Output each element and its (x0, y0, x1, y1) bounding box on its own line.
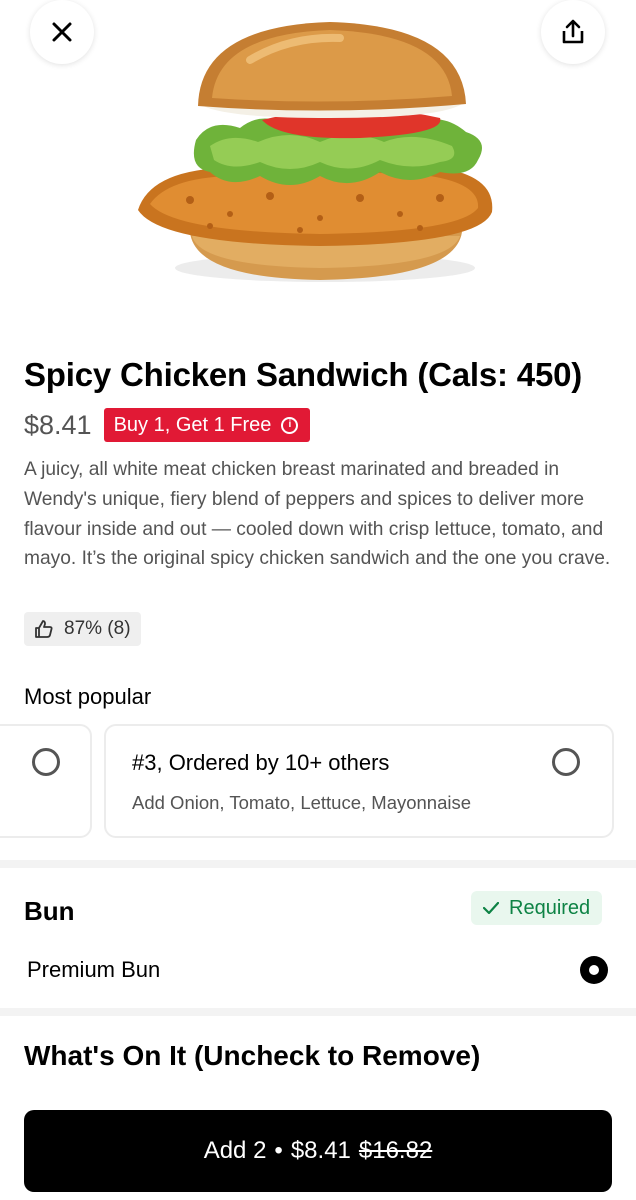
separator-dot: • (274, 1137, 283, 1164)
section-divider (0, 1008, 636, 1016)
item-description: A juicy, all white meat chicken breast m… (24, 459, 611, 570)
popular-card-title: #3, Ordered by 10+ others (132, 750, 390, 775)
required-label: Required (509, 896, 591, 919)
radio-button[interactable] (32, 748, 60, 776)
bun-section-title: Bun (24, 896, 75, 926)
share-button[interactable] (541, 0, 605, 64)
item-price: $8.41 (24, 409, 92, 440)
item-title: Spicy Chicken Sandwich (Cals: 450) (24, 356, 583, 393)
add-button-price: $8.41 (290, 1137, 351, 1164)
rating-badge: 87% (8) (24, 612, 141, 646)
info-icon[interactable]: i (281, 416, 299, 434)
popular-card[interactable]: #3, Ordered by 10+ others Add Onion, Tom… (104, 724, 614, 838)
check-icon (483, 902, 499, 914)
promo-badge[interactable]: Buy 1, Get 1 Free i (103, 408, 311, 442)
radio-button[interactable] (552, 748, 580, 776)
required-badge: Required (471, 891, 603, 925)
bun-option-radio[interactable] (580, 956, 608, 984)
close-button[interactable] (30, 0, 94, 64)
whats-on-it-title: What's On It (Uncheck to Remove) (24, 1040, 481, 1071)
price-row: $8.41 Buy 1, Get 1 Free i (24, 406, 311, 444)
add-to-order-button[interactable]: Add 2 • $8.41 $16.82 (24, 1110, 612, 1192)
product-image (0, 0, 636, 330)
close-icon (52, 22, 72, 42)
section-divider (0, 860, 636, 868)
add-button-original-price: $16.82 (358, 1137, 433, 1164)
add-button-label: Add 2 (203, 1137, 267, 1164)
thumbs-up-icon (35, 620, 53, 638)
rating-text: 87% (8) (64, 618, 131, 639)
popular-card-previous[interactable] (0, 724, 92, 838)
most-popular-label: Most popular (24, 684, 152, 709)
share-icon (562, 19, 584, 44)
promo-label: Buy 1, Get 1 Free (113, 413, 272, 436)
bun-option-label[interactable]: Premium Bun (27, 957, 160, 983)
popular-card-subtitle: Add Onion, Tomato, Lettuce, Mayonnaise (132, 792, 472, 813)
